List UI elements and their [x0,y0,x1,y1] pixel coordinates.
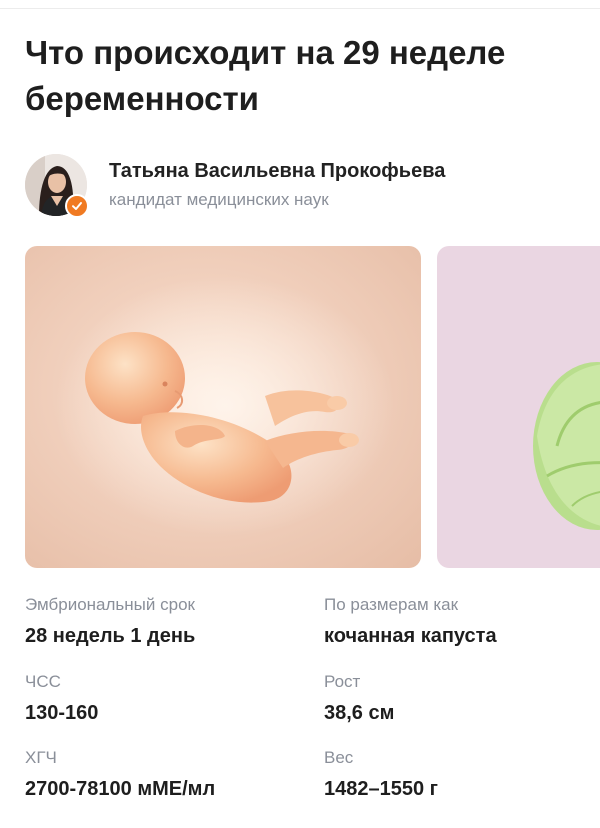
fact-weight: Вес 1482–1550 г [324,747,600,802]
fact-value: 1482–1550 г [324,778,438,800]
fact-value: 130-160 [25,702,99,724]
fact-value: кочанная капуста [324,625,497,647]
fact-value: 38,6 см [324,702,395,724]
page-title: Что происходит на 29 неделе беременности [25,34,506,117]
fact-value: 2700-78100 мМЕ/мл [25,778,216,800]
fact-label: Вес [324,748,354,767]
fact-value: 28 недель 1 день [25,625,196,647]
author-block[interactable]: Татьяна Васильевна Прокофьева кандидат м… [25,154,585,218]
fact-embryonic-term: Эмбриональный срок 28 недель 1 день [25,594,315,649]
fetus-illustration[interactable] [25,246,421,568]
fact-label: По размерам как [324,595,459,614]
author-name[interactable]: Татьяна Васильевна Прокофьева [109,158,445,184]
top-divider [0,8,600,9]
fact-label: Рост [324,672,361,691]
fact-label: Эмбриональный срок [25,595,195,614]
fact-size-like: По размерам как кочанная капуста [324,594,600,649]
fact-label: ХГЧ [25,748,57,767]
fact-heart-rate: ЧСС 130-160 [25,671,315,726]
fact-label: ЧСС [25,672,61,691]
fact-hcg: ХГЧ 2700-78100 мМЕ/мл [25,747,315,802]
author-role: кандидат медицинских наук [109,190,329,209]
image-carousel[interactable] [25,246,600,568]
fact-height: Рост 38,6 см [324,671,600,726]
verified-badge-icon [65,194,89,218]
cabbage-image[interactable] [437,246,600,568]
